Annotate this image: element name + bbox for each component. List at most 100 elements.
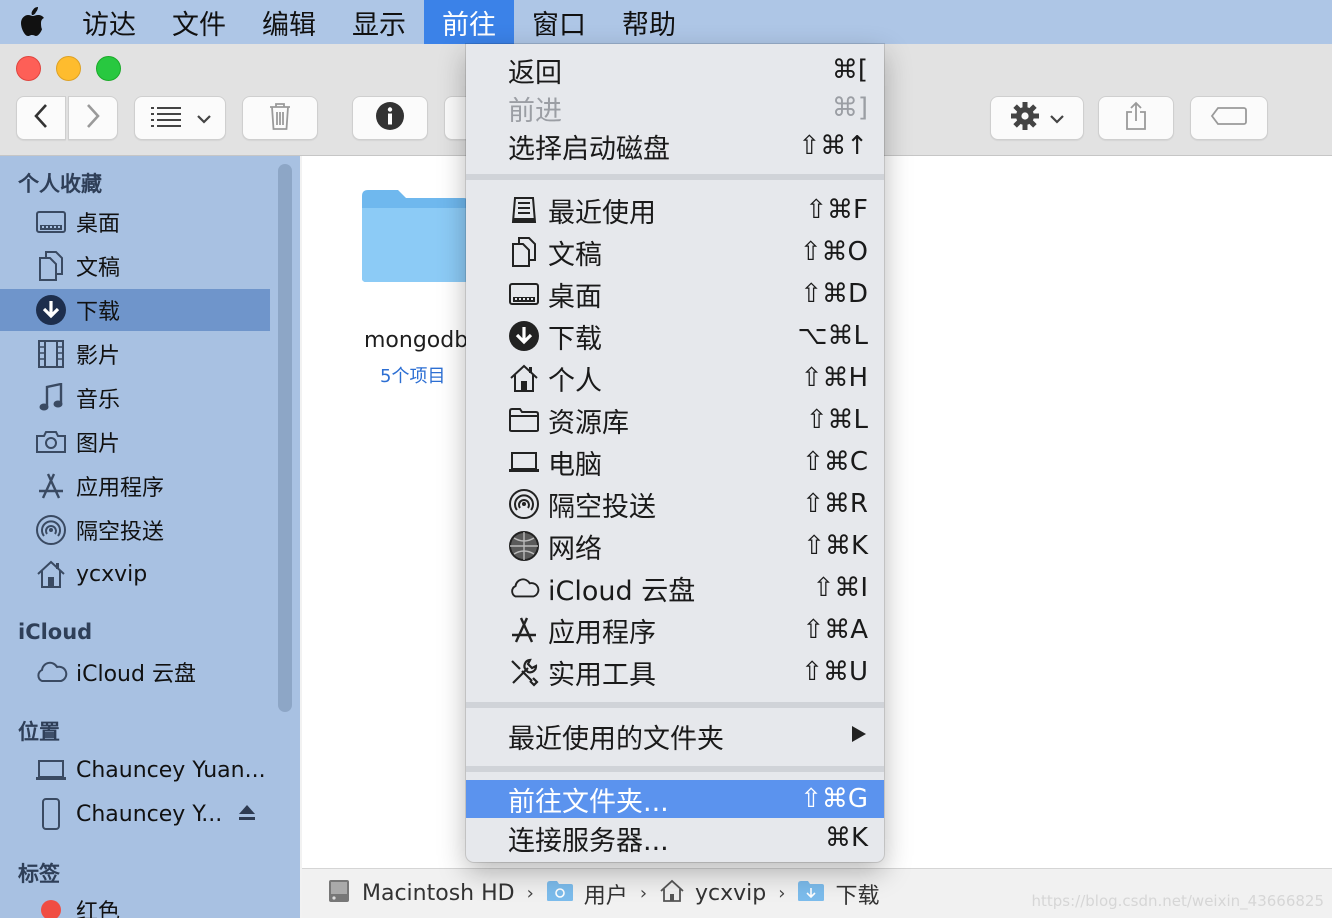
- sidebar-item-mac[interactable]: Chauncey Yuan...: [0, 749, 270, 791]
- menu-item-go-to-folder[interactable]: 前往文件夹... ⇧⌘G: [466, 780, 884, 818]
- sidebar-scrollbar[interactable]: [278, 164, 292, 712]
- menu-separator: [466, 702, 884, 708]
- menu-item-forward: 前进 ⌘]: [466, 88, 884, 128]
- path-crumb-home[interactable]: ycxvip: [659, 879, 766, 909]
- recents-icon: [508, 194, 540, 226]
- sidebar-item-downloads[interactable]: 下载: [0, 289, 270, 331]
- menu-item-applications[interactable]: 应用程序 ⇧⌘A: [466, 610, 884, 650]
- menu-item-label: 电脑: [548, 449, 602, 481]
- sidebar-item-applications[interactable]: 应用程序: [0, 465, 270, 507]
- menu-file[interactable]: 文件: [154, 0, 244, 44]
- menu-item-label: 隔空投送: [548, 491, 656, 523]
- menu-item-label: 桌面: [548, 281, 602, 313]
- sidebar-item-documents[interactable]: 文稿: [0, 245, 270, 287]
- share-icon: [1124, 101, 1148, 135]
- path-crumb-label: 用户: [583, 883, 628, 909]
- get-info-button[interactable]: [352, 96, 428, 140]
- path-crumb-users[interactable]: 用户: [546, 878, 628, 910]
- menu-item-label: 最近使用的文件夹: [508, 723, 724, 755]
- back-button[interactable]: [16, 96, 66, 140]
- menu-item-airdrop[interactable]: 隔空投送 ⇧⌘R: [466, 484, 884, 524]
- menu-help[interactable]: 帮助: [604, 0, 694, 44]
- sidebar-item-pictures[interactable]: 图片: [0, 421, 270, 463]
- menu-item-label: 应用程序: [548, 617, 656, 649]
- zoom-button[interactable]: [96, 56, 121, 81]
- sidebar-item-label: 隔空投送: [76, 520, 165, 545]
- menu-item-desktop[interactable]: 桌面 ⇧⌘D: [466, 274, 884, 314]
- menu-item-label: 实用工具: [548, 659, 656, 691]
- menu-item-downloads[interactable]: 下载 ⌥⌘L: [466, 316, 884, 356]
- menu-item-home[interactable]: 个人 ⇧⌘H: [466, 358, 884, 398]
- sidebar-item-label: Chauncey Y...: [76, 801, 223, 827]
- menu-item-shortcut: ⇧⌘A: [802, 615, 868, 645]
- camera-icon: [34, 425, 68, 459]
- sidebar-item-label: iCloud 云盘: [76, 662, 196, 687]
- sidebar-item-movies[interactable]: 影片: [0, 333, 270, 375]
- film-icon: [34, 337, 68, 371]
- minimize-button[interactable]: [56, 56, 81, 81]
- menu-item-documents[interactable]: 文稿 ⇧⌘O: [466, 232, 884, 272]
- sidebar-item-icloud-drive[interactable]: iCloud 云盘: [0, 651, 270, 693]
- applications-icon: [508, 614, 540, 646]
- menu-item-utilities[interactable]: 实用工具 ⇧⌘U: [466, 652, 884, 692]
- tag-button[interactable]: [1190, 96, 1268, 140]
- close-button[interactable]: [16, 56, 41, 81]
- apple-logo-icon[interactable]: [0, 0, 64, 44]
- folder-icon: [360, 186, 470, 290]
- download-icon: [34, 293, 68, 327]
- menu-item-icloud-drive[interactable]: iCloud 云盘 ⇧⌘I: [466, 568, 884, 608]
- menu-view[interactable]: 显示: [334, 0, 424, 44]
- forward-button[interactable]: [68, 96, 118, 140]
- share-button[interactable]: [1098, 96, 1174, 140]
- eject-icon[interactable]: [238, 803, 256, 829]
- menu-finder[interactable]: 访达: [64, 0, 154, 44]
- menu-item-shortcut: ⌘]: [831, 93, 868, 123]
- menu-go[interactable]: 前往: [424, 0, 514, 44]
- sidebar: 个人收藏 桌面 文稿 下载 影片 音乐 图片 应用程序 隔空投送 ycxvip …: [0, 156, 300, 918]
- menu-item-connect-server[interactable]: 连接服务器... ⌘K: [466, 818, 884, 858]
- path-crumb-hd[interactable]: Macintosh HD: [326, 878, 515, 910]
- menu-item-shortcut: ⇧⌘G: [800, 784, 868, 814]
- sidebar-item-label: 应用程序: [76, 476, 165, 501]
- airdrop-icon: [34, 513, 68, 547]
- path-separator-icon: ›: [778, 883, 786, 904]
- menu-item-label: 文稿: [548, 239, 602, 271]
- desktop-icon: [508, 278, 540, 310]
- action-button[interactable]: [990, 96, 1084, 140]
- menu-item-network[interactable]: 网络 ⇧⌘K: [466, 526, 884, 566]
- menu-item-label: 下载: [548, 323, 602, 355]
- sidebar-section-tags: 标签: [18, 862, 60, 886]
- sidebar-item-home[interactable]: ycxvip: [0, 553, 270, 595]
- menu-item-shortcut: ⇧⌘D: [800, 279, 868, 309]
- menu-window[interactable]: 窗口: [514, 0, 604, 44]
- menu-item-library[interactable]: 资源库 ⇧⌘L: [466, 400, 884, 440]
- path-separator-icon: ›: [639, 883, 648, 904]
- sidebar-item-music[interactable]: 音乐: [0, 377, 270, 419]
- sidebar-item-label: Chauncey Yuan...: [76, 757, 266, 783]
- triangle-right-icon: [850, 721, 868, 751]
- menu-edit[interactable]: 编辑: [244, 0, 334, 44]
- view-mode-button[interactable]: [134, 96, 226, 140]
- menu-item-recent-folders[interactable]: 最近使用的文件夹: [466, 716, 884, 756]
- applications-icon: [34, 469, 68, 503]
- computer-icon: [508, 446, 540, 478]
- menu-item-recents[interactable]: 最近使用 ⇧⌘F: [466, 190, 884, 230]
- chevron-left-icon: [33, 103, 49, 133]
- menu-item-shortcut: ⇧⌘I: [812, 573, 868, 603]
- path-crumb-downloads[interactable]: 下载: [797, 878, 879, 910]
- sidebar-item-airdrop[interactable]: 隔空投送: [0, 509, 270, 551]
- chevron-down-icon: [1050, 109, 1064, 128]
- sidebar-item-desktop[interactable]: 桌面: [0, 201, 270, 243]
- sidebar-item-label: 影片: [76, 344, 121, 369]
- sidebar-item-phone[interactable]: Chauncey Y...: [0, 793, 270, 835]
- menu-item-computer[interactable]: 电脑 ⇧⌘C: [466, 442, 884, 482]
- list-view-icon: [149, 104, 189, 132]
- sidebar-item-tag-red[interactable]: 红色: [0, 889, 270, 918]
- laptop-icon: [34, 753, 68, 787]
- menu-item-label: 资源库: [548, 407, 629, 439]
- delete-button[interactable]: [242, 96, 318, 140]
- menu-item-startup-disk[interactable]: 选择启动磁盘 ⇧⌘↑: [466, 126, 884, 166]
- menu-item-back[interactable]: 返回 ⌘[: [466, 50, 884, 90]
- menu-item-label: 前进: [508, 95, 562, 127]
- folder-icon: [797, 880, 825, 908]
